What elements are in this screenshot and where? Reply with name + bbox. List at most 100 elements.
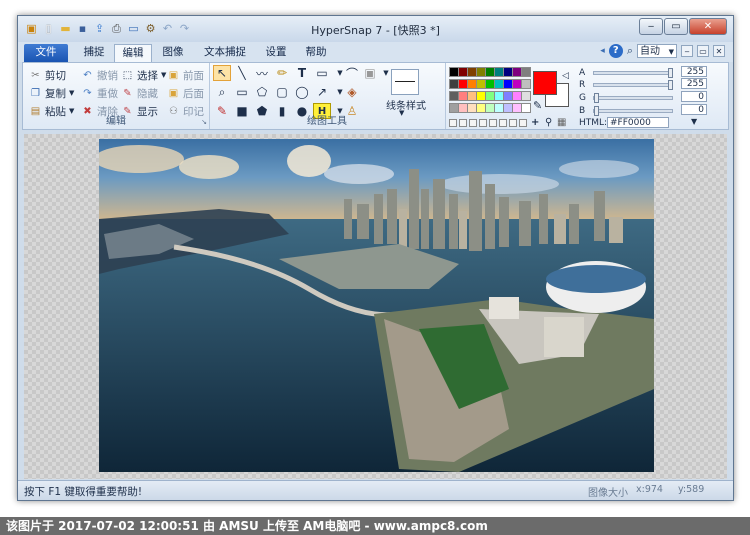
- status-message: 按下 F1 键取得重要帮助!: [24, 486, 143, 498]
- draw-tools-group: ↖ ╲ 〰 ✏ T ▭ ▼ ⌒ ▣ ▼ ⌕ ▭ ⬠ ▢ ◯ ↗ ▼ ◈ ✎ ■ …: [209, 63, 446, 129]
- green-slider-thumb[interactable]: [594, 93, 599, 103]
- select-button[interactable]: ⬚ 选择 ▼: [121, 67, 167, 83]
- tab-edit[interactable]: 编辑: [114, 44, 152, 62]
- app-window: ▣ ▯ ▬ ▪ ⇪ ⎙ ▭ ⚙ ↶ ↷ HyperSnap 7 - [快照3 *…: [17, 15, 734, 501]
- copy-button[interactable]: ❐ 复制 ▼: [29, 85, 74, 101]
- image-size-label: 图像大小: [588, 488, 628, 499]
- alpha-slider-thumb[interactable]: [668, 68, 673, 78]
- expand-arrow-icon[interactable]: ▼: [691, 117, 697, 126]
- bring-front-button[interactable]: ▣ 前面: [167, 67, 204, 83]
- eyedropper-icon[interactable]: ✎: [533, 99, 542, 112]
- chevron-down-icon: ▼: [668, 48, 674, 56]
- rounded-rect-tool-icon[interactable]: ▢: [273, 84, 291, 100]
- pin-icon[interactable]: ⚲: [545, 117, 552, 128]
- custom-color-slot[interactable]: [469, 119, 477, 127]
- ribbon-panel: ✂ 剪切 ❐ 复制 ▼ ▤ 粘贴 ▼ ↶ 撤销 ↷ 重做 ✖ 清除 ⬚ 选择 ▼ ✎ 隐藏 ✎ 显示 ▣…: [22, 62, 729, 130]
- copy-icon: ❐: [31, 87, 40, 99]
- tab-image[interactable]: 图像: [154, 44, 192, 62]
- red-slider-thumb[interactable]: [668, 80, 673, 90]
- draw-group-label: 绘图工具: [307, 116, 347, 127]
- cursor-y: y:589: [678, 484, 705, 495]
- palette-options-icon[interactable]: ▦: [557, 117, 566, 128]
- freehand-tool-icon[interactable]: 〰: [253, 65, 271, 81]
- line-tool-icon[interactable]: ╲: [233, 65, 251, 81]
- color-swatch[interactable]: [521, 79, 531, 89]
- color-swatch[interactable]: [521, 67, 531, 77]
- text-tool-icon[interactable]: T: [293, 65, 311, 81]
- chevron-down-icon: ▼: [69, 89, 75, 97]
- hide-button[interactable]: ✎ 隐藏: [121, 85, 158, 101]
- line-style-preview[interactable]: [391, 69, 419, 95]
- maximize-button[interactable]: ▭: [664, 18, 688, 35]
- hide-icon: ✎: [123, 87, 132, 99]
- arrow-tool-icon[interactable]: ↗: [313, 84, 331, 100]
- ellipse-tool-icon[interactable]: ◯: [293, 84, 311, 100]
- fill-bucket-icon[interactable]: ◈: [343, 84, 361, 100]
- rectangle-tool-icon[interactable]: ▭: [233, 84, 251, 100]
- color-group: ◁ ✎ + ⚲ ▦ A 255 R 255 G 0 B 0 HTML: #FF0…: [445, 63, 730, 129]
- status-bar: 按下 F1 键取得重要帮助! 图像大小 x:974 y:589: [18, 480, 733, 500]
- custom-color-slot[interactable]: [479, 119, 487, 127]
- magnify-tool-icon[interactable]: ⌕: [213, 84, 231, 100]
- add-color-icon[interactable]: +: [531, 117, 539, 128]
- line-style-label[interactable]: 线条样式: [379, 97, 433, 112]
- scissors-icon: ✂: [31, 69, 40, 81]
- custom-color-slot[interactable]: [519, 119, 527, 127]
- edit-group: ✂ 剪切 ❐ 复制 ▼ ▤ 粘贴 ▼ ↶ 撤销 ↷ 重做 ✖ 清除 ⬚ 选择 ▼ ✎ 隐藏 ✎ 显示 ▣…: [23, 63, 210, 129]
- custom-color-slot[interactable]: [489, 119, 497, 127]
- red-slider[interactable]: [593, 80, 673, 90]
- window-title: HyperSnap 7 - [快照3 *]: [311, 24, 440, 37]
- blue-value[interactable]: 0: [681, 104, 707, 115]
- send-back-button[interactable]: ▣ 后面: [167, 85, 204, 101]
- send-back-icon: ▣: [168, 87, 179, 99]
- alpha-value[interactable]: 255: [681, 66, 707, 77]
- zoom-magnifier-icon[interactable]: ⌕: [627, 44, 633, 58]
- ribbon-restore-button[interactable]: ▭: [697, 45, 709, 57]
- custom-color-slot[interactable]: [459, 119, 467, 127]
- ribbon-minimize-button[interactable]: ‒: [681, 45, 693, 57]
- custom-color-slot[interactable]: [449, 119, 457, 127]
- tab-text-capture[interactable]: 文本捕捉: [196, 44, 254, 62]
- color-swatch[interactable]: [521, 103, 531, 113]
- pointer-tool-icon[interactable]: ↖: [213, 65, 231, 81]
- html-color-input[interactable]: #FF0000: [607, 117, 669, 128]
- dialog-launcher-icon[interactable]: ↘: [201, 118, 207, 126]
- ribbon-right-controls: ◂ ? ⌕ 自动 ▼ ‒ ▭ ✕: [600, 44, 725, 58]
- tab-settings[interactable]: 设置: [258, 44, 294, 62]
- redo-button[interactable]: ↷ 重做: [81, 85, 118, 101]
- alpha-slider[interactable]: [593, 68, 673, 78]
- select-cursor-icon: ⬚: [122, 69, 133, 81]
- screenshot-image[interactable]: [99, 139, 654, 472]
- polygon-tool-icon[interactable]: ⬠: [253, 84, 271, 100]
- custom-color-slot[interactable]: [509, 119, 517, 127]
- green-slider[interactable]: [593, 93, 673, 103]
- undo-arrow-icon: ↶: [83, 69, 92, 81]
- tab-file[interactable]: 文件: [24, 44, 68, 62]
- zoom-select[interactable]: 自动 ▼: [637, 44, 677, 58]
- foreground-color-box[interactable]: [533, 71, 557, 95]
- collapse-arrow-icon[interactable]: ◂: [600, 46, 605, 56]
- minimize-button[interactable]: ‒: [639, 18, 663, 35]
- upload-watermark-footer: 该图片于 2017-07-02 12:00:51 由 AMSU 上传至 AM电脑…: [0, 517, 750, 535]
- swap-arrow-icon[interactable]: ◁: [562, 71, 569, 81]
- cut-button[interactable]: ✂ 剪切: [29, 67, 66, 83]
- red-value[interactable]: 255: [681, 78, 707, 89]
- blue-slider[interactable]: [593, 106, 673, 116]
- custom-color-slot[interactable]: [499, 119, 507, 127]
- callout-tool-icon[interactable]: ▭: [313, 65, 331, 81]
- arc-tool-icon[interactable]: ⌒: [343, 65, 361, 81]
- tab-help[interactable]: 帮助: [298, 44, 334, 62]
- tab-capture[interactable]: 捕捉: [74, 44, 114, 62]
- edit-group-label: 编辑: [106, 116, 126, 127]
- color-swatch[interactable]: [521, 91, 531, 101]
- window-controls: ‒ ▭ ✕: [639, 18, 727, 35]
- green-value[interactable]: 0: [681, 91, 707, 102]
- pencil-tool-icon[interactable]: ✏: [273, 65, 291, 81]
- ribbon-close-button[interactable]: ✕: [713, 45, 725, 57]
- bring-front-icon: ▣: [168, 69, 179, 81]
- undo-button[interactable]: ↶ 撤销: [81, 67, 118, 83]
- close-button[interactable]: ✕: [689, 18, 727, 35]
- title-bar[interactable]: ▣ ▯ ▬ ▪ ⇪ ⎙ ▭ ⚙ ↶ ↷ HyperSnap 7 - [快照3 *…: [18, 16, 733, 42]
- image-canvas[interactable]: [24, 134, 727, 479]
- help-icon[interactable]: ?: [608, 44, 623, 58]
